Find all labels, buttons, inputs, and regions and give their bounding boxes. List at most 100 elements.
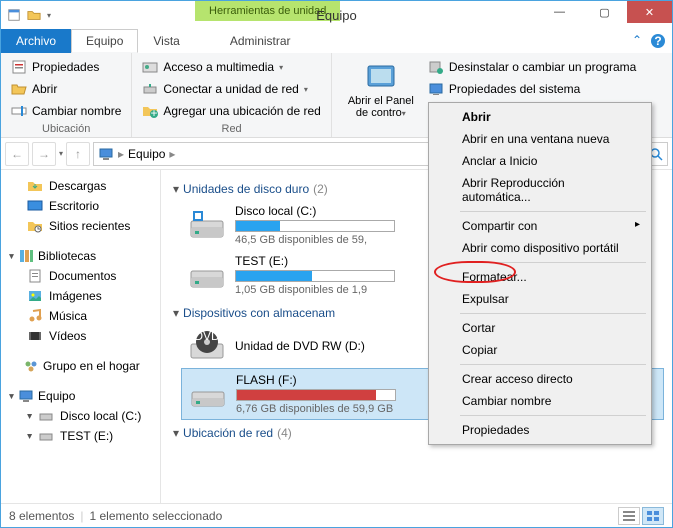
nav-equipo[interactable]: ▴Equipo: [9, 386, 160, 406]
hdd-icon: [187, 257, 227, 293]
breadcrumb-sep: ▸: [169, 147, 175, 161]
titlebar: ▾ Herramientas de unidad Equipo — ▢ ✕: [1, 1, 672, 29]
computer-icon: [98, 146, 114, 162]
ribbon-group-label: Red: [140, 121, 322, 135]
window-controls: — ▢ ✕: [537, 1, 672, 23]
nav-disco-c[interactable]: ▸Disco local (C:): [9, 406, 160, 426]
big-button-label: Abrir el Panelde contro▾: [348, 95, 414, 119]
hdd-icon: [187, 207, 227, 243]
add-location-icon: +: [142, 103, 158, 119]
drive-usage-bar: [235, 270, 395, 282]
ribbon-abrir-panel[interactable]: Abrir el Panelde contro▾: [340, 57, 422, 123]
nav-up-button[interactable]: ↑: [66, 142, 90, 166]
ctx-dispositivo-portatil[interactable]: Abrir como dispositivo portátil: [432, 237, 648, 259]
breadcrumb[interactable]: ▸ Equipo ▸: [93, 142, 485, 166]
ctx-propiedades[interactable]: Propiedades: [432, 419, 648, 441]
minimize-button[interactable]: —: [537, 1, 582, 23]
recent-icon: [27, 218, 43, 234]
ribbon-propiedades[interactable]: Propiedades: [9, 57, 123, 77]
ribbon-abrir[interactable]: Abrir: [9, 79, 123, 99]
ribbon-tabs: Archivo Equipo Vista Administrar ⌃ ?: [1, 29, 672, 53]
ctx-separator: [460, 313, 646, 314]
system-props-icon: [428, 81, 444, 97]
status-count: 8 elementos: [9, 509, 74, 523]
ctx-anclar-inicio[interactable]: Anclar a Inicio: [432, 150, 648, 172]
qat-dropdown-icon[interactable]: ▾: [47, 11, 51, 20]
ribbon-propiedades-sistema[interactable]: Propiedades del sistema: [426, 79, 638, 99]
svg-text:+: +: [151, 106, 158, 119]
media-icon: [142, 59, 158, 75]
help-icon[interactable]: ?: [650, 33, 666, 49]
maximize-button[interactable]: ▢: [582, 1, 627, 23]
nav-back-button[interactable]: ←: [5, 142, 29, 166]
ctx-cortar[interactable]: Cortar: [432, 317, 648, 339]
ribbon-group-red: Acceso a multimedia▾ Conectar a unidad d…: [132, 53, 331, 137]
nav-bibliotecas[interactable]: ▴Bibliotecas: [9, 246, 160, 266]
properties-icon: [11, 59, 27, 75]
properties-icon[interactable]: [7, 8, 21, 22]
music-icon: [27, 308, 43, 324]
nav-sitios-recientes[interactable]: Sitios recientes: [9, 216, 160, 236]
nav-descargas[interactable]: Descargas: [9, 176, 160, 196]
ctx-crear-acceso[interactable]: Crear acceso directo: [432, 368, 648, 390]
nav-grupo-hogar[interactable]: Grupo en el hogar: [9, 356, 160, 376]
ctx-formatear[interactable]: Formatear...: [432, 266, 648, 288]
uninstall-icon: [428, 59, 444, 75]
ribbon-minimize-icon[interactable]: ⌃: [632, 33, 642, 49]
ctx-copiar[interactable]: Copiar: [432, 339, 648, 361]
homegroup-icon: [23, 358, 39, 374]
drive-usage-bar: [236, 389, 396, 401]
videos-icon: [27, 328, 43, 344]
ribbon-group-label: Ubicación: [9, 121, 123, 135]
nav-escritorio[interactable]: Escritorio: [9, 196, 160, 216]
close-button[interactable]: ✕: [627, 1, 672, 23]
ctx-reproduccion-auto[interactable]: Abrir Reproducción automática...: [432, 172, 648, 208]
status-selected: 1 elemento seleccionado: [90, 509, 223, 523]
nav-documentos[interactable]: Documentos: [9, 266, 160, 286]
downloads-icon: [27, 178, 43, 194]
ribbon-agregar-ubicacion[interactable]: +Agregar una ubicación de red: [140, 101, 322, 121]
rename-icon: [11, 103, 27, 119]
ribbon-conectar-red[interactable]: Conectar a unidad de red▾: [140, 79, 322, 99]
view-tiles-button[interactable]: [642, 507, 664, 525]
folder-open-icon: [11, 81, 27, 97]
desktop-icon: [27, 198, 43, 214]
network-drive-icon: [142, 81, 158, 97]
drive-icon: [38, 408, 54, 424]
ctx-separator: [460, 364, 646, 365]
window-title: Equipo: [316, 8, 356, 23]
breadcrumb-item[interactable]: Equipo: [128, 147, 165, 161]
tab-vista[interactable]: Vista: [138, 29, 194, 53]
svg-text:?: ?: [654, 34, 661, 48]
nav-musica[interactable]: Música: [9, 306, 160, 326]
ctx-expulsar[interactable]: Expulsar: [432, 288, 648, 310]
drive-usage-bar: [235, 220, 395, 232]
context-menu: Abrir Abrir en una ventana nueva Anclar …: [428, 102, 652, 445]
nav-test-e[interactable]: ▸TEST (E:): [9, 426, 160, 446]
svg-text:DVD: DVD: [194, 329, 220, 343]
nav-videos[interactable]: Vídeos: [9, 326, 160, 346]
tab-archivo[interactable]: Archivo: [1, 29, 71, 53]
ctx-separator: [460, 415, 646, 416]
tab-equipo[interactable]: Equipo: [71, 29, 138, 53]
ctx-nueva-ventana[interactable]: Abrir en una ventana nueva: [432, 128, 648, 150]
tab-administrar[interactable]: Administrar: [215, 29, 306, 53]
ribbon-cambiar-nombre[interactable]: Cambiar nombre: [9, 101, 123, 121]
ctx-cambiar-nombre[interactable]: Cambiar nombre: [432, 390, 648, 412]
control-panel-icon: [365, 61, 397, 93]
pictures-icon: [27, 288, 43, 304]
documents-icon: [27, 268, 43, 284]
ctx-abrir[interactable]: Abrir: [432, 106, 648, 128]
nav-imagenes[interactable]: Imágenes: [9, 286, 160, 306]
ribbon-acceso-multimedia[interactable]: Acceso a multimedia▾: [140, 57, 322, 77]
new-folder-icon[interactable]: [27, 8, 41, 22]
dvd-icon: DVD: [187, 328, 227, 364]
ribbon-desinstalar[interactable]: Desinstalar o cambiar un programa: [426, 57, 638, 77]
ctx-compartir-con[interactable]: Compartir con: [432, 215, 648, 237]
computer-icon: [18, 388, 34, 404]
nav-forward-button[interactable]: →: [32, 142, 56, 166]
drive-icon: [38, 428, 54, 444]
nav-history-dropdown[interactable]: ▾: [59, 149, 63, 158]
flash-drive-icon: [188, 376, 228, 412]
view-details-button[interactable]: [618, 507, 640, 525]
